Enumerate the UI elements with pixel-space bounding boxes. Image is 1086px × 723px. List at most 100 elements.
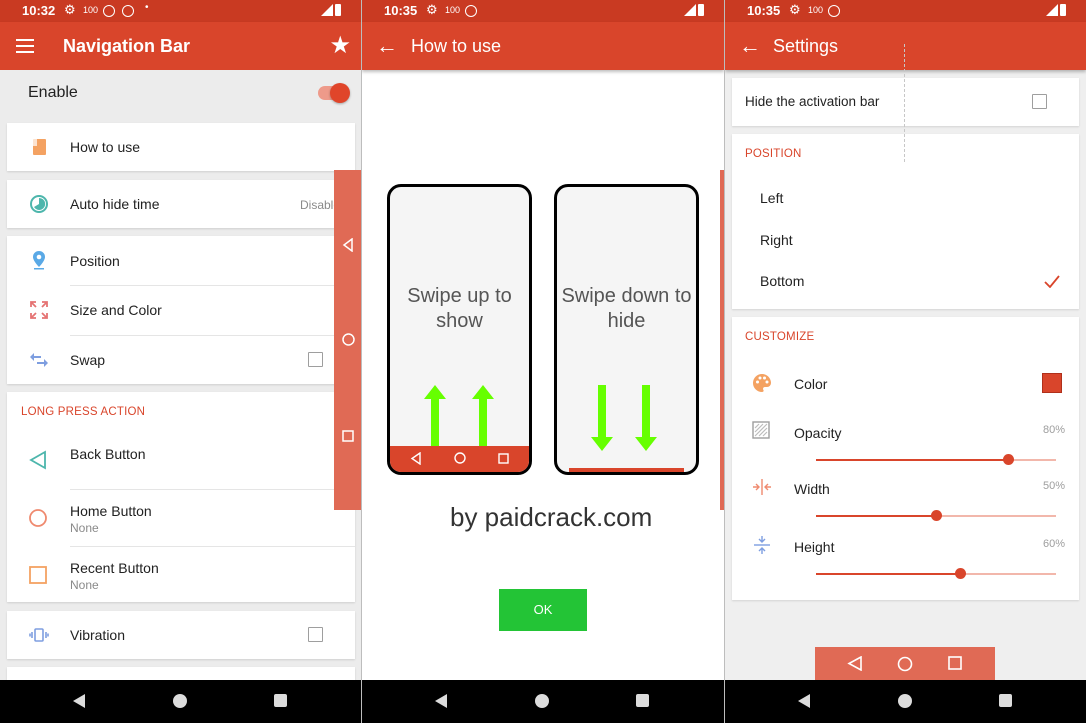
color-swatch[interactable] (1042, 373, 1062, 393)
dot-icon: • (145, 2, 149, 13)
gear-icon: ⚙ (426, 2, 438, 17)
position-header: POSITION (745, 148, 802, 160)
preview-back-icon[interactable] (847, 655, 863, 676)
width-slider[interactable] (816, 510, 1056, 521)
system-home-icon[interactable] (898, 694, 912, 708)
enable-row[interactable]: Enable (0, 70, 361, 116)
position-left-label: Left (760, 190, 784, 206)
auto-hide-card: Auto hide time Disable (7, 180, 355, 228)
opacity-label: Opacity (794, 425, 842, 441)
swap-checkbox[interactable] (308, 352, 323, 367)
width-row: Width 50% (732, 471, 1079, 525)
list-item-auto-hide[interactable]: Auto hide time Disable (7, 180, 355, 228)
battery-icon (335, 4, 341, 16)
color-label: Color (794, 376, 828, 392)
status-time: 10:35 (747, 3, 781, 18)
height-slider[interactable] (816, 568, 1056, 579)
preview-navigation-bar[interactable] (815, 647, 995, 681)
how-to-use-screen: 10:35 ⚙ 100 ← How to use Swipe up to sho… (362, 0, 724, 723)
list-item-size-color[interactable]: Size and Color (7, 285, 355, 335)
color-row[interactable]: Color (732, 365, 1079, 405)
enable-toggle-knob[interactable] (330, 83, 350, 103)
settings-screen: 10:35 ⚙ 100 ← Settings Hide the activati… (725, 0, 1086, 723)
hide-activation-checkbox[interactable] (1032, 94, 1047, 109)
menu-icon[interactable] (16, 39, 34, 53)
battery-icon (1060, 4, 1066, 16)
app-bar: Navigation Bar ★ (0, 22, 361, 70)
signal-icon (321, 4, 333, 16)
gear-icon: ⚙ (64, 2, 76, 17)
timer-icon (29, 194, 49, 214)
signal-icon (1046, 4, 1058, 16)
status-bar: 10:32 ⚙ 100 • (0, 0, 361, 22)
system-back-icon[interactable] (73, 694, 85, 708)
opacity-slider[interactable] (816, 454, 1056, 465)
opacity-percent: 80% (1042, 424, 1065, 436)
list-item-how-to-use[interactable]: How to use (7, 123, 355, 171)
ok-button[interactable]: OK (499, 589, 587, 631)
signal-icon (684, 4, 696, 16)
arrow-back-icon[interactable]: ← (739, 32, 761, 60)
layout-card: Position Size and Color Swap (7, 236, 355, 384)
preview-home-icon[interactable] (897, 656, 913, 677)
preview-recent-icon[interactable] (948, 656, 962, 675)
floating-home-icon[interactable] (342, 333, 355, 351)
up-arrows-icon (424, 385, 494, 451)
position-label: Position (70, 253, 120, 269)
home-button-label: Home Button (70, 503, 152, 519)
list-item-home-button[interactable]: Home Button None (7, 490, 355, 546)
list-item-swap[interactable]: Swap (7, 335, 355, 384)
position-option-bottom[interactable]: Bottom (732, 261, 1079, 301)
floating-back-icon[interactable] (342, 237, 354, 257)
system-back-icon[interactable] (435, 694, 447, 708)
star-icon[interactable]: ★ (329, 31, 351, 60)
system-recent-icon[interactable] (999, 694, 1012, 707)
phone-illustration-hide: Swipe down to hide (554, 184, 699, 475)
screen-title: Settings (773, 36, 839, 56)
arrow-back-icon[interactable]: ← (376, 32, 398, 60)
long-press-card: LONG PRESS ACTION Back Button Home Butto… (7, 392, 355, 602)
floating-recent-icon[interactable] (342, 429, 354, 447)
list-item-position[interactable]: Position (7, 236, 355, 285)
swipe-up-text: Swipe up to show (407, 285, 512, 332)
list-item-vibration[interactable]: Vibration (7, 611, 355, 659)
system-home-icon[interactable] (173, 694, 187, 708)
system-recent-icon[interactable] (636, 694, 649, 707)
position-bottom-label: Bottom (760, 273, 805, 289)
watermark-text: by paidcrack.com (450, 502, 653, 532)
hide-activation-card[interactable]: Hide the activation bar (732, 78, 1079, 126)
system-recent-icon[interactable] (274, 694, 287, 707)
vibration-icon (29, 625, 49, 645)
system-home-icon[interactable] (535, 694, 549, 708)
floating-navigation-bar[interactable] (334, 170, 361, 510)
width-icon (752, 478, 772, 501)
vibration-checkbox[interactable] (308, 627, 323, 642)
list-item-back-button[interactable]: Back Button (7, 430, 355, 488)
height-label: Height (794, 539, 835, 555)
status-time: 10:35 (384, 3, 418, 18)
customize-header: CUSTOMIZE (745, 331, 815, 343)
opacity-row: Opacity 80% (732, 415, 1079, 469)
customize-card: CUSTOMIZE Color Opacity 80% Width 50% He… (732, 317, 1079, 600)
height-slider-knob[interactable] (955, 568, 966, 579)
height-percent: 60% (1042, 538, 1065, 550)
position-option-left[interactable]: Left (732, 178, 1079, 218)
palette-icon (752, 373, 772, 398)
hide-activation-label: Hide the activation bar (745, 94, 880, 109)
list-item-recent-button[interactable]: Recent Button None (7, 547, 355, 602)
screen-title: How to use (411, 36, 502, 56)
battery-icon (698, 4, 704, 16)
width-slider-fill (816, 515, 936, 517)
system-back-icon[interactable] (798, 694, 810, 708)
home-circle-icon (28, 508, 48, 528)
system-navigation-bar (725, 680, 1086, 723)
recent-button-label: Recent Button (70, 560, 159, 576)
opacity-slider-knob[interactable] (1003, 454, 1014, 465)
position-option-right[interactable]: Right (732, 220, 1079, 260)
status-bar: 10:35 ⚙ 100 (725, 0, 1086, 22)
app-bar: ← How to use (362, 22, 724, 70)
swap-icon (29, 350, 49, 370)
back-triangle-icon (28, 450, 48, 470)
width-slider-knob[interactable] (931, 510, 942, 521)
system-navigation-bar (0, 680, 361, 723)
